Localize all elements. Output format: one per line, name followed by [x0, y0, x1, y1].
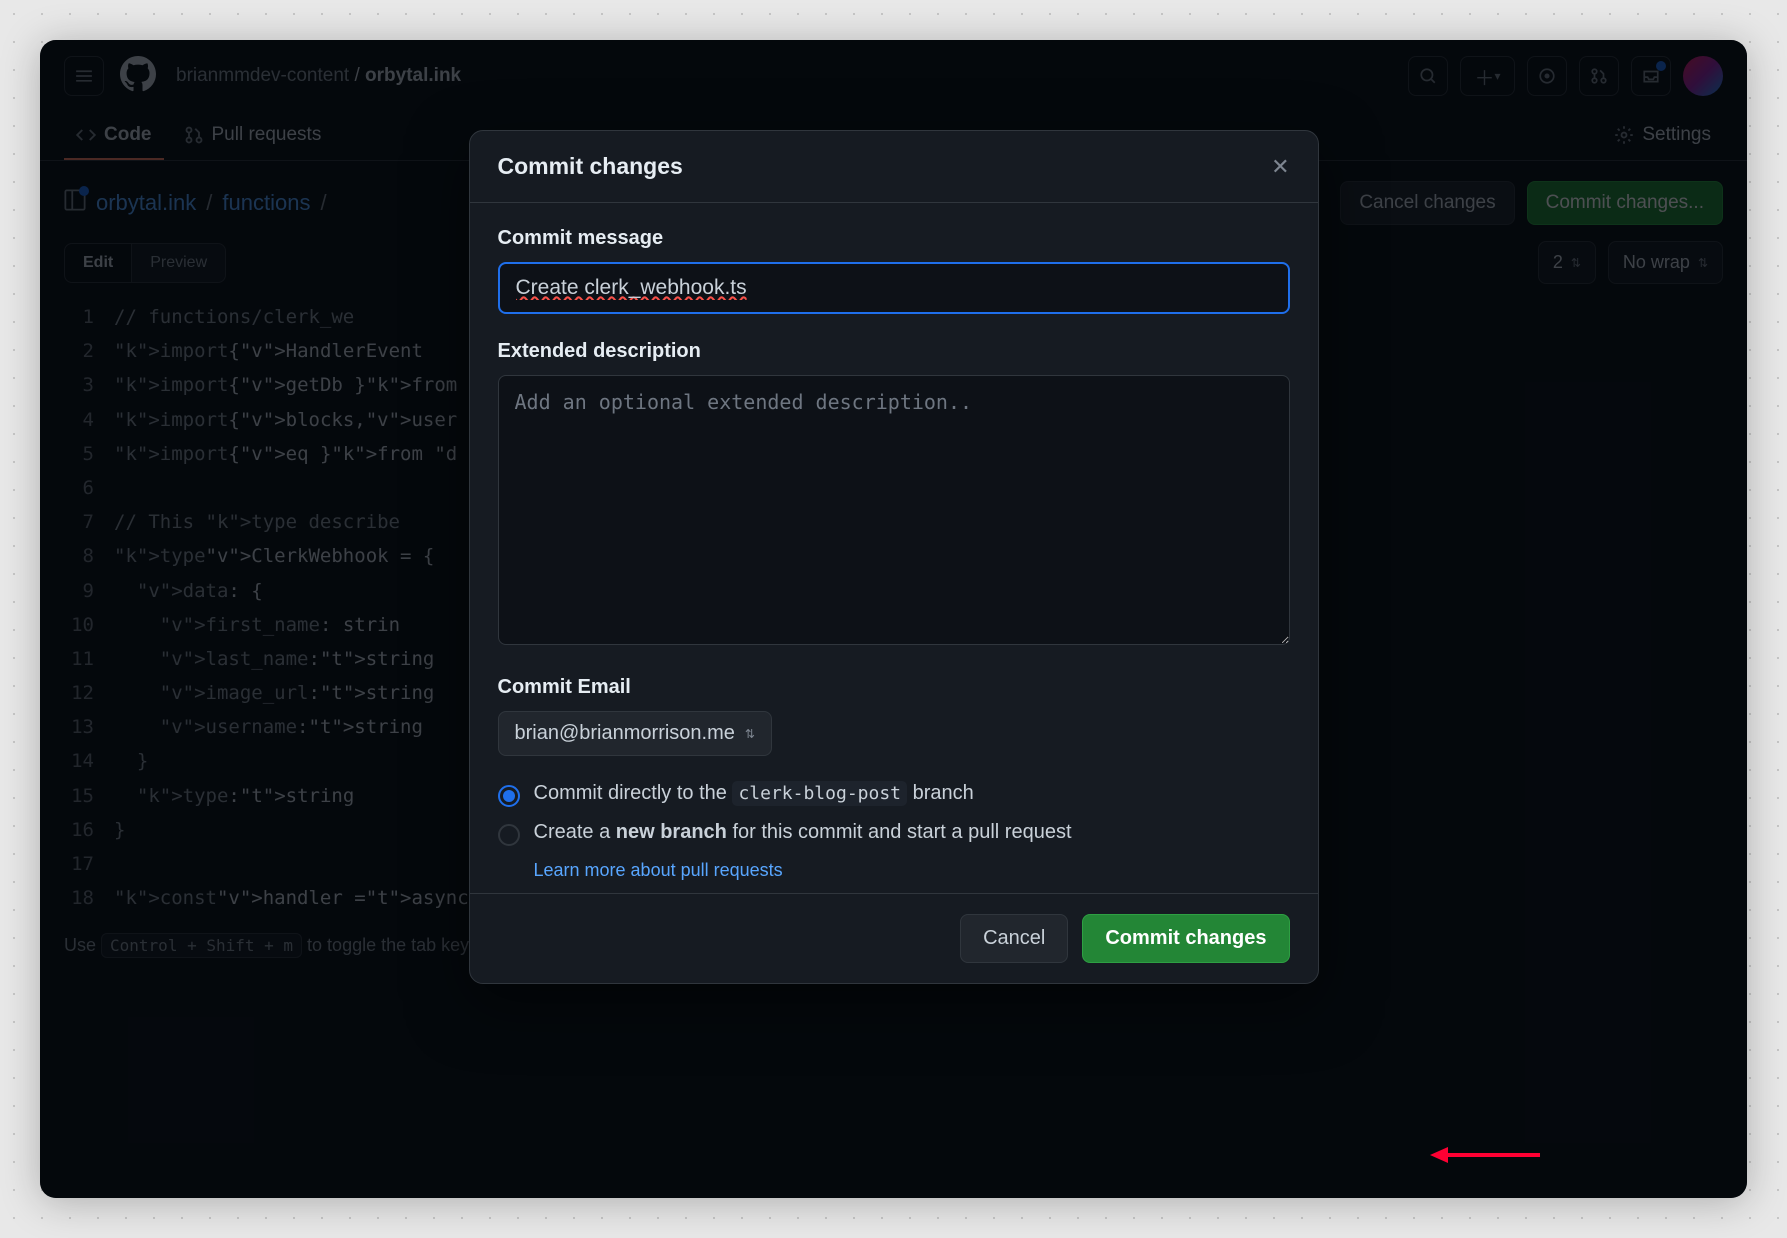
cancel-button[interactable]: Cancel — [960, 914, 1068, 963]
radio-unchecked-icon — [498, 824, 520, 846]
commit-modal: Commit changes ✕ Commit message Extended… — [469, 130, 1319, 984]
close-icon[interactable]: ✕ — [1271, 154, 1289, 180]
radio-checked-icon — [498, 785, 520, 807]
commit-new-branch-option[interactable]: Create a new branch for this commit and … — [498, 821, 1290, 846]
learn-more-link[interactable]: Learn more about pull requests — [534, 860, 783, 880]
extended-description-label: Extended description — [498, 340, 1290, 363]
commit-changes-button[interactable]: Commit changes — [1082, 914, 1289, 963]
commit-direct-option[interactable]: Commit directly to the clerk-blog-post b… — [498, 782, 1290, 807]
commit-email-label: Commit Email — [498, 676, 1290, 699]
extended-description-input[interactable] — [498, 375, 1290, 645]
commit-message-input[interactable] — [498, 262, 1290, 314]
commit-message-label: Commit message — [498, 227, 1290, 250]
commit-email-select[interactable]: brian@brianmorrison.me⇅ — [498, 711, 772, 756]
modal-title: Commit changes — [498, 153, 683, 180]
